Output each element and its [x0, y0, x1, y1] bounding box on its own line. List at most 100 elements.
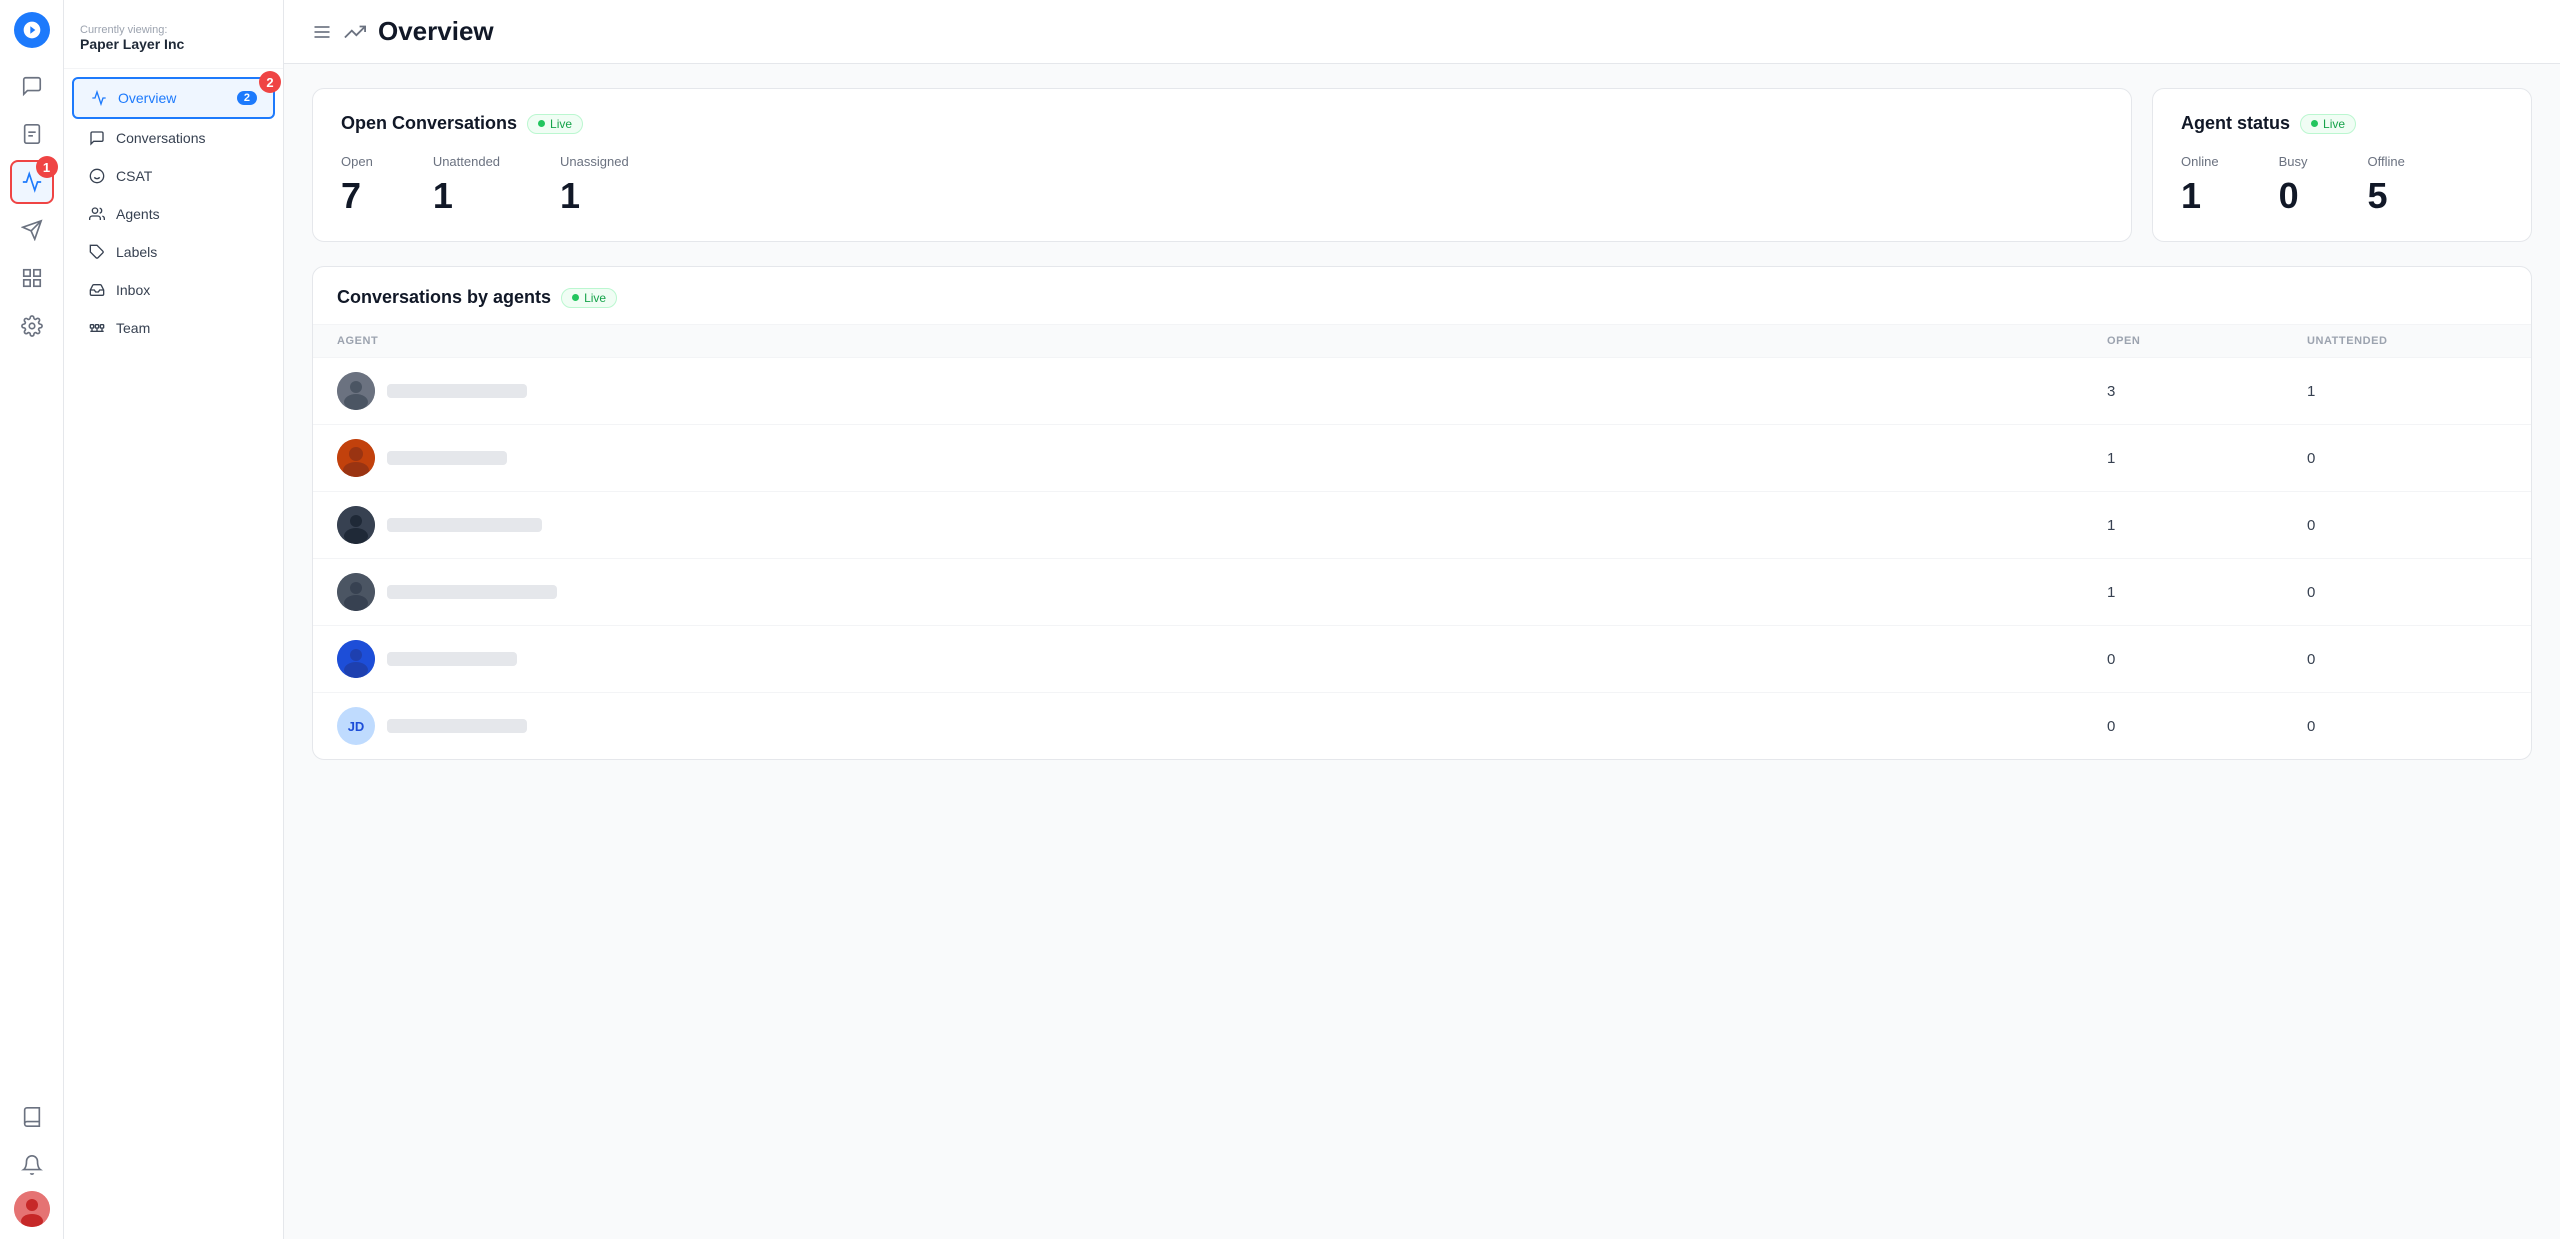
agent-name-2: [387, 451, 507, 465]
nav-label-labels: Labels: [116, 244, 157, 260]
agent-open-4: 1: [2107, 584, 2307, 601]
table-header: AGENT OPEN UNATTENDED: [313, 324, 2531, 358]
app-logo[interactable]: [14, 12, 50, 48]
agent-avatar-2: [337, 439, 375, 477]
sidebar-item-settings[interactable]: [10, 304, 54, 348]
sidebar-item-conversations[interactable]: [10, 64, 54, 108]
main-content: Overview Open Conversations Live Open 7: [284, 0, 2560, 1239]
menu-icon[interactable]: [312, 22, 332, 42]
agent-unattended-1: 1: [2307, 383, 2507, 400]
stat-online: Online 1: [2181, 154, 2219, 217]
nav-item-csat[interactable]: CSAT: [72, 157, 275, 195]
stat-busy-value: 0: [2279, 175, 2308, 217]
icon-bar: 1: [0, 0, 64, 1239]
agent-cell-6: JD: [337, 707, 2107, 745]
stat-open-value: 7: [341, 175, 373, 217]
viewing-label: Currently viewing:: [80, 24, 267, 36]
sub-sidebar: Currently viewing: Paper Layer Inc Overv…: [64, 0, 284, 1239]
table-row: 3 1: [313, 358, 2531, 425]
stat-unassigned-label: Unassigned: [560, 154, 629, 169]
table-row: JD 0 0: [313, 693, 2531, 759]
annotation-2: 2: [259, 71, 281, 93]
sub-sidebar-header: Currently viewing: Paper Layer Inc: [64, 16, 283, 69]
agent-cell-2: [337, 439, 2107, 477]
stat-unattended: Unattended 1: [433, 154, 500, 217]
nav-label-overview: Overview: [118, 90, 176, 106]
nav-label-team: Team: [116, 320, 150, 336]
stat-online-value: 1: [2181, 175, 2219, 217]
user-avatar[interactable]: [14, 1191, 50, 1227]
nav-label-agents: Agents: [116, 206, 160, 222]
sidebar-item-library[interactable]: [10, 256, 54, 300]
open-conversations-live-label: Live: [550, 117, 572, 131]
open-conversations-title: Open Conversations: [341, 113, 517, 134]
csat-icon: [88, 167, 106, 185]
agent-avatar-5: [337, 640, 375, 678]
agent-avatar-6: JD: [337, 707, 375, 745]
agent-open-5: 0: [2107, 651, 2307, 668]
nav-item-agents[interactable]: Agents: [72, 195, 275, 233]
inbox-icon: [88, 281, 106, 299]
top-bar: Overview: [284, 0, 2560, 64]
stat-busy-label: Busy: [2279, 154, 2308, 169]
agent-cell-3: [337, 506, 2107, 544]
agent-cell-1: [337, 372, 2107, 410]
open-conversations-header: Open Conversations Live: [341, 113, 2103, 134]
table-row: 1 0: [313, 559, 2531, 626]
stat-busy: Busy 0: [2279, 154, 2308, 217]
agent-cell-5: [337, 640, 2107, 678]
cards-row: Open Conversations Live Open 7 Unattende…: [312, 88, 2532, 242]
open-conversations-live-badge: Live: [527, 114, 583, 134]
agent-unattended-5: 0: [2307, 651, 2507, 668]
icon-bar-bottom: [10, 1095, 54, 1227]
conversations-by-agents-live-badge: Live: [561, 288, 617, 308]
conversations-by-agents-title: Conversations by agents: [337, 287, 551, 308]
conversations-icon: [88, 129, 106, 147]
live-dot: [538, 120, 545, 127]
stat-offline-label: Offline: [2367, 154, 2404, 169]
agent-avatar-4: [337, 573, 375, 611]
team-icon: [88, 319, 106, 337]
agent-avatar-3: [337, 506, 375, 544]
stat-unassigned: Unassigned 1: [560, 154, 629, 217]
agent-status-card: Agent status Live Online 1 Busy 0: [2152, 88, 2532, 242]
nav-item-conversations[interactable]: Conversations: [72, 119, 275, 157]
agent-name-4: [387, 585, 557, 599]
col-agent: AGENT: [337, 335, 2107, 347]
agent-unattended-6: 0: [2307, 718, 2507, 735]
sidebar-item-notifications[interactable]: [10, 1143, 54, 1187]
nav-label-conversations: Conversations: [116, 130, 206, 146]
table-row: 0 0: [313, 626, 2531, 693]
stat-open-label: Open: [341, 154, 373, 169]
nav-item-inbox[interactable]: Inbox: [72, 271, 275, 309]
sidebar-item-contacts[interactable]: [10, 112, 54, 156]
agent-status-header: Agent status Live: [2181, 113, 2503, 134]
overview-icon: [90, 89, 108, 107]
agent-open-3: 1: [2107, 517, 2307, 534]
conversations-by-agents-header: Conversations by agents Live: [313, 267, 2531, 324]
agent-name-3: [387, 518, 542, 532]
agent-name-6: [387, 719, 527, 733]
agent-live-dot: [2311, 120, 2318, 127]
agent-avatar-1: [337, 372, 375, 410]
overview-chart-icon: [344, 21, 366, 43]
stat-unassigned-value: 1: [560, 175, 629, 217]
sidebar-item-reports[interactable]: 1: [10, 160, 54, 204]
agent-open-6: 0: [2107, 718, 2307, 735]
sub-sidebar-nav: Overview 2 2 Conversations CSAT Agents: [64, 69, 283, 355]
conversations-by-agents-live-label: Live: [584, 291, 606, 305]
agent-status-title: Agent status: [2181, 113, 2290, 134]
nav-item-overview[interactable]: Overview 2 2: [72, 77, 275, 119]
agents-live-dot: [572, 294, 579, 301]
nav-item-labels[interactable]: Labels: [72, 233, 275, 271]
page-title: Overview: [378, 16, 494, 47]
stat-offline-value: 5: [2367, 175, 2404, 217]
sidebar-item-campaigns[interactable]: [10, 208, 54, 252]
agent-unattended-3: 0: [2307, 517, 2507, 534]
sidebar-item-library2[interactable]: [10, 1095, 54, 1139]
nav-label-inbox: Inbox: [116, 282, 150, 298]
open-conversations-card: Open Conversations Live Open 7 Unattende…: [312, 88, 2132, 242]
labels-icon: [88, 243, 106, 261]
nav-item-team[interactable]: Team: [72, 309, 275, 347]
content-area: Open Conversations Live Open 7 Unattende…: [284, 64, 2560, 784]
